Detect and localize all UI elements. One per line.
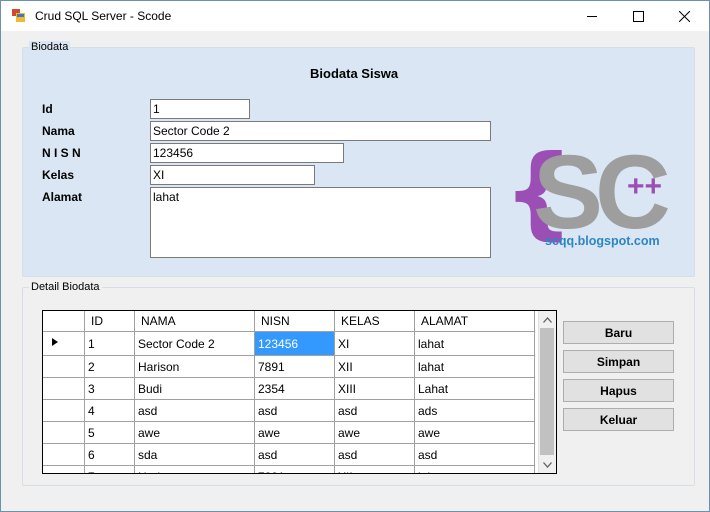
cell-kelas[interactable]: asd <box>334 443 415 466</box>
table-row[interactable]: 6 sda asd asd asd <box>43 443 535 466</box>
row-header[interactable] <box>43 399 85 422</box>
scroll-up-button[interactable] <box>539 311 556 328</box>
cell-alamat[interactable]: asd <box>414 443 535 466</box>
baru-button[interactable]: Baru <box>563 321 674 344</box>
cell-id[interactable]: 4 <box>84 399 135 422</box>
alamat-label: Alamat <box>42 190 83 204</box>
column-header-id[interactable]: ID <box>84 311 135 332</box>
grid-table: ID NAMA NISN KELAS ALAMAT 1 Sector Code … <box>43 311 535 473</box>
row-header[interactable] <box>43 465 85 473</box>
cell-alamat[interactable]: awe <box>414 421 535 444</box>
cell-nisn-selected[interactable]: 123456 <box>254 331 335 356</box>
close-icon <box>678 10 690 22</box>
cell-nama[interactable]: Harison <box>134 355 255 378</box>
row-header[interactable] <box>43 331 85 356</box>
row-header-corner <box>43 311 85 332</box>
table-row[interactable]: 7 Harison 7891 XII lahat <box>43 465 535 473</box>
column-header-kelas[interactable]: KELAS <box>334 311 415 332</box>
cell-nama[interactable]: sda <box>134 443 255 466</box>
column-header-nisn[interactable]: NISN <box>254 311 335 332</box>
app-icon <box>12 9 25 22</box>
svg-text:++: ++ <box>627 170 662 203</box>
cell-alamat[interactable]: ads <box>414 399 535 422</box>
vertical-scrollbar[interactable] <box>538 311 556 473</box>
window-title: Crud SQL Server - Scode <box>35 9 172 23</box>
table-row[interactable]: 1 Sector Code 2 123456 XI lahat <box>43 331 535 356</box>
nisn-label: N I S N <box>42 146 81 160</box>
cell-nama[interactable]: asd <box>134 399 255 422</box>
kelas-field[interactable]: XI <box>150 165 315 185</box>
cell-nama[interactable]: Sector Code 2 <box>134 331 255 356</box>
table-row[interactable]: 5 awe awe awe awe <box>43 421 535 444</box>
cell-nama[interactable]: awe <box>134 421 255 444</box>
nama-field[interactable]: Sector Code 2 <box>150 121 491 141</box>
app-window: Crud SQL Server - Scode Biodata Biodata … <box>0 0 710 512</box>
cell-nama[interactable]: Harison <box>134 465 255 473</box>
maximize-button[interactable] <box>615 1 661 31</box>
current-row-arrow-icon <box>52 338 58 346</box>
form-title: Biodata Siswa <box>310 66 399 81</box>
scroll-down-button[interactable] <box>539 456 556 473</box>
cell-kelas[interactable]: XII <box>334 355 415 378</box>
cell-kelas[interactable]: XI <box>334 331 415 356</box>
cell-nisn[interactable]: awe <box>254 421 335 444</box>
cell-alamat[interactable]: lahat <box>414 355 535 378</box>
cell-alamat[interactable]: lahat <box>414 465 535 473</box>
table-row[interactable]: 2 Harison 7891 XII lahat <box>43 355 535 378</box>
keluar-button[interactable]: Keluar <box>563 408 674 431</box>
cell-id[interactable]: 5 <box>84 421 135 444</box>
data-grid[interactable]: ID NAMA NISN KELAS ALAMAT 1 Sector Code … <box>42 310 557 474</box>
cell-kelas[interactable]: awe <box>334 421 415 444</box>
cell-id[interactable]: 1 <box>84 331 135 356</box>
cell-nisn[interactable]: asd <box>254 399 335 422</box>
simpan-button[interactable]: Simpan <box>563 350 674 373</box>
row-header[interactable] <box>43 355 85 378</box>
grid-header-row: ID NAMA NISN KELAS ALAMAT <box>43 311 535 332</box>
maximize-icon <box>632 10 644 22</box>
biodata-group: Biodata Biodata Siswa Id 1 Nama Sector C… <box>22 41 695 277</box>
cell-alamat[interactable]: lahat <box>414 331 535 356</box>
table-row[interactable]: 3 Budi 2354 XIII Lahat <box>43 377 535 400</box>
row-header[interactable] <box>43 377 85 400</box>
nama-label: Nama <box>42 124 75 138</box>
cell-kelas[interactable]: XIII <box>334 377 415 400</box>
minimize-button[interactable] <box>569 1 615 31</box>
cell-id[interactable]: 3 <box>84 377 135 400</box>
column-header-alamat[interactable]: ALAMAT <box>414 311 535 332</box>
chevron-down-icon <box>543 461 552 468</box>
logo-url-text: scqq.blogspot.com <box>545 234 660 248</box>
cell-nama[interactable]: Budi <box>134 377 255 400</box>
cell-nisn[interactable]: 2354 <box>254 377 335 400</box>
close-button[interactable] <box>661 1 707 31</box>
cell-id[interactable]: 7 <box>84 465 135 473</box>
row-header[interactable] <box>43 443 85 466</box>
cell-nisn[interactable]: 7891 <box>254 355 335 378</box>
minimize-icon <box>586 15 597 17</box>
cell-kelas[interactable]: XII <box>334 465 415 473</box>
hapus-button[interactable]: Hapus <box>563 379 674 402</box>
row-header[interactable] <box>43 421 85 444</box>
scroll-thumb[interactable] <box>540 328 554 455</box>
title-bar[interactable]: Crud SQL Server - Scode <box>1 1 709 31</box>
cell-kelas[interactable]: asd <box>334 399 415 422</box>
detail-group-label: Detail Biodata <box>29 281 102 293</box>
id-field[interactable]: 1 <box>150 99 250 119</box>
detail-group: Detail Biodata ID NAMA NISN KELAS ALAMAT <box>22 281 695 486</box>
cell-id[interactable]: 2 <box>84 355 135 378</box>
cell-nisn[interactable]: 7891 <box>254 465 335 473</box>
biodata-group-label: Biodata <box>29 41 71 53</box>
alamat-field[interactable]: lahat <box>150 187 491 258</box>
chevron-up-icon <box>543 316 552 323</box>
nisn-field[interactable]: 123456 <box>150 143 344 163</box>
cell-nisn[interactable]: asd <box>254 443 335 466</box>
id-label: Id <box>42 102 53 116</box>
cell-alamat[interactable]: Lahat <box>414 377 535 400</box>
column-header-nama[interactable]: NAMA <box>134 311 255 332</box>
cell-id[interactable]: 6 <box>84 443 135 466</box>
kelas-label: Kelas <box>42 168 75 182</box>
table-row[interactable]: 4 asd asd asd ads <box>43 399 535 422</box>
